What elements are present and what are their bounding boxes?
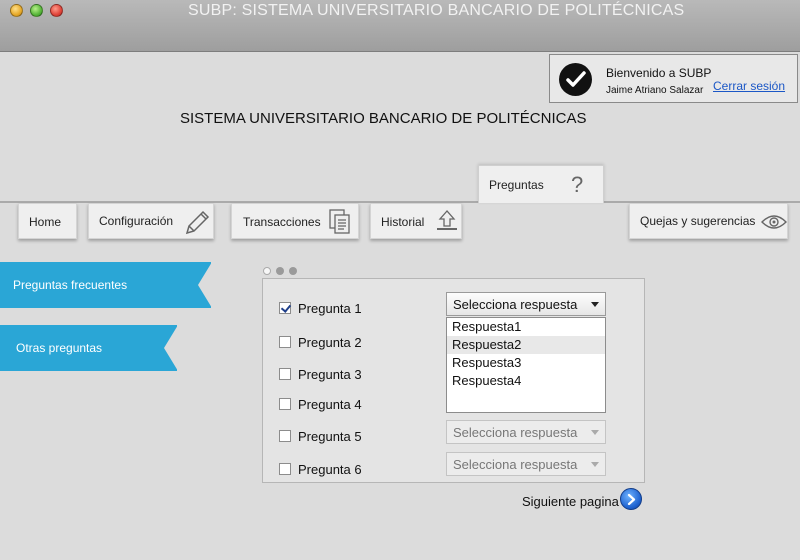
page-title: SISTEMA UNIVERSITARIO BANCARIO DE POLITÉ… <box>180 110 587 127</box>
question-1-checkbox[interactable] <box>279 302 291 314</box>
chevron-down-icon <box>591 430 599 435</box>
nav-home-label: Home <box>29 215 62 229</box>
pencil-icon <box>185 210 210 235</box>
ribbon-notch <box>164 325 178 371</box>
question-label: Pregunta 6 <box>298 462 362 477</box>
question-4-checkbox[interactable] <box>279 398 291 410</box>
zoom-window-button[interactable] <box>30 4 43 17</box>
eye-icon <box>761 215 787 229</box>
check-icon <box>559 63 592 96</box>
question-mark-icon: ? <box>571 172 584 197</box>
dropdown-option[interactable]: Respuesta3 <box>447 354 605 372</box>
nav-quejas-button[interactable]: Quejas y sugerencias <box>629 203 788 239</box>
question-label: Pregunta 2 <box>298 335 362 350</box>
select-value: Selecciona respuesta <box>453 425 578 440</box>
question-label: Pregunta 3 <box>298 367 362 382</box>
documents-icon <box>329 209 350 234</box>
sidebar-item-label: Otras preguntas <box>16 341 103 355</box>
sidebar-item-otras-preguntas[interactable]: Otras preguntas <box>0 325 178 371</box>
question-6-checkbox[interactable] <box>279 463 291 475</box>
ribbon-notch <box>198 262 212 308</box>
answer-6-select[interactable]: Selecciona respuesta <box>446 452 606 476</box>
nav-home-button[interactable]: Home <box>18 203 77 239</box>
close-window-button[interactable] <box>50 4 63 17</box>
question-5-checkbox[interactable] <box>279 430 291 442</box>
tab-preguntas[interactable]: Preguntas ? <box>478 165 604 203</box>
window-title: SUBP: SISTEMA UNIVERSITARIO BANCARIO DE … <box>188 2 685 19</box>
question-2-checkbox[interactable] <box>279 336 291 348</box>
dropdown-option[interactable]: Respuesta4 <box>447 372 605 390</box>
question-label: Pregunta 1 <box>298 301 362 316</box>
welcome-panel: Bienvenido a SUBP Jaime Atriano Salazar … <box>549 54 798 103</box>
nav-historial-button[interactable]: Historial <box>370 203 462 239</box>
select-value: Selecciona respuesta <box>453 457 578 472</box>
next-page-button[interactable] <box>620 488 642 510</box>
dropdown-option[interactable]: Respuesta1 <box>447 318 605 336</box>
select-value: Selecciona respuesta <box>453 297 578 312</box>
question-label: Pregunta 4 <box>298 397 362 412</box>
user-name: Jaime Atriano Salazar <box>606 85 704 96</box>
question-3-checkbox[interactable] <box>279 368 291 380</box>
page-dot[interactable] <box>289 267 297 275</box>
answer-1-dropdown-list: Respuesta1 Respuesta2 Respuesta3 Respues… <box>446 317 606 413</box>
chevron-down-icon <box>591 302 599 307</box>
page-dot[interactable] <box>276 267 284 275</box>
nav-historial-label: Historial <box>381 215 425 229</box>
answer-1-select[interactable]: Selecciona respuesta <box>446 292 606 316</box>
next-page-label[interactable]: Siguiente pagina <box>522 494 619 509</box>
nav-configuracion-button[interactable]: Configuración <box>88 203 214 239</box>
title-bar: SUBP: SISTEMA UNIVERSITARIO BANCARIO DE … <box>0 0 800 52</box>
chevron-right-icon <box>627 494 636 505</box>
welcome-title: Bienvenido a SUBP <box>606 66 712 80</box>
tab-preguntas-label: Preguntas <box>489 178 544 192</box>
nav-transacciones-button[interactable]: Transacciones <box>231 203 359 239</box>
nav-transacciones-label: Transacciones <box>243 215 321 229</box>
page-dot[interactable] <box>263 267 271 275</box>
sidebar-item-preguntas-frecuentes[interactable]: Preguntas frecuentes <box>0 262 212 308</box>
dropdown-option[interactable]: Respuesta2 <box>447 336 605 354</box>
upload-icon <box>437 210 457 230</box>
sidebar-item-label: Preguntas frecuentes <box>13 278 128 292</box>
minimize-window-button[interactable] <box>10 4 23 17</box>
answer-5-select[interactable]: Selecciona respuesta <box>446 420 606 444</box>
chevron-down-icon <box>591 462 599 467</box>
nav-quejas-label: Quejas y sugerencias <box>640 214 756 228</box>
question-label: Pregunta 5 <box>298 429 362 444</box>
logout-link[interactable]: Cerrar sesión <box>713 79 785 93</box>
nav-configuracion-label: Configuración <box>99 214 174 228</box>
